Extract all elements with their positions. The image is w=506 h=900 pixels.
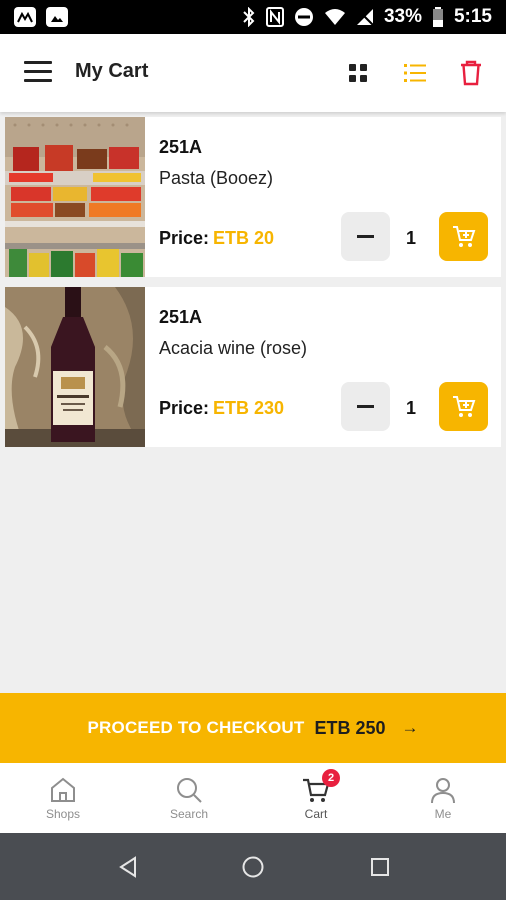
grid-view-icon[interactable] — [341, 56, 375, 90]
menu-icon[interactable] — [24, 61, 52, 83]
system-nav-bar — [0, 833, 506, 900]
app-notification-icon — [14, 7, 36, 27]
wifi-icon — [324, 9, 345, 25]
product-name: Acacia wine (rose) — [159, 338, 308, 358]
price-label: Price: — [159, 398, 210, 418]
clock: 5:15 — [453, 6, 492, 27]
price-amount: ETB 20 — [213, 228, 275, 248]
nav-label: Cart — [304, 807, 328, 821]
nav-search[interactable]: Search — [126, 763, 252, 833]
product-image — [5, 287, 145, 447]
home-icon[interactable] — [239, 853, 267, 881]
shop-icon — [51, 777, 75, 802]
product-code: 251A — [159, 137, 203, 157]
recents-icon[interactable] — [366, 853, 394, 881]
trash-icon[interactable] — [454, 56, 488, 90]
back-icon[interactable] — [114, 853, 142, 881]
decrease-quantity-button[interactable] — [341, 382, 390, 431]
product-image — [5, 117, 145, 277]
add-to-cart-button[interactable] — [439, 212, 488, 261]
status-bar: 33% 5:15 — [0, 0, 506, 34]
arrow-right-icon: → — [401, 718, 419, 737]
minus-icon — [357, 405, 374, 408]
image-notification-icon — [46, 7, 68, 27]
cart-item: 251A Acacia wine (rose) Price: ETB 230 1 — [5, 287, 501, 447]
quantity-value: 1 — [405, 228, 416, 248]
product-price: Price: ETB 230 — [159, 398, 284, 419]
nav-label: Shops — [45, 807, 81, 821]
battery-icon — [432, 7, 443, 27]
price-label: Price: — [159, 228, 210, 248]
add-to-cart-button[interactable] — [439, 382, 488, 431]
cart-item: 251A Pasta (Booez) Price: ETB 20 1 — [5, 117, 501, 277]
decrease-quantity-button[interactable] — [341, 212, 390, 261]
checkout-label: PROCEED TO CHECKOUT — [87, 718, 305, 737]
checkout-total: ETB 250 — [314, 717, 386, 738]
product-price: Price: ETB 20 — [159, 228, 274, 249]
signal-icon — [356, 9, 374, 26]
minus-icon — [357, 235, 374, 238]
product-code: 251A — [159, 307, 203, 327]
cart-badge: 2 — [322, 769, 340, 787]
nav-cart[interactable]: 2 Cart — [253, 763, 379, 833]
bottom-nav: Shops Search 2 Cart Me — [0, 763, 506, 833]
user-icon — [431, 778, 455, 804]
price-amount: ETB 230 — [213, 398, 285, 418]
quantity-value: 1 — [405, 398, 416, 418]
bluetooth-icon — [243, 7, 255, 27]
cart-plus-icon — [452, 395, 475, 417]
nav-label: Search — [169, 807, 209, 821]
nfc-icon — [265, 7, 284, 27]
product-name: Pasta (Booez) — [159, 168, 274, 188]
checkout-button[interactable]: PROCEED TO CHECKOUT ETB 250 → — [0, 693, 506, 763]
nav-shops[interactable]: Shops — [0, 763, 126, 833]
cart-plus-icon — [452, 225, 475, 247]
do-not-disturb-icon — [294, 8, 313, 26]
nav-label: Me — [434, 807, 452, 821]
search-icon — [177, 778, 202, 803]
app-bar: My Cart — [0, 34, 506, 112]
nav-me[interactable]: Me — [380, 763, 506, 833]
page-title: My Cart — [75, 60, 149, 82]
list-view-icon[interactable] — [398, 56, 432, 90]
battery-percent: 33% — [383, 6, 422, 27]
